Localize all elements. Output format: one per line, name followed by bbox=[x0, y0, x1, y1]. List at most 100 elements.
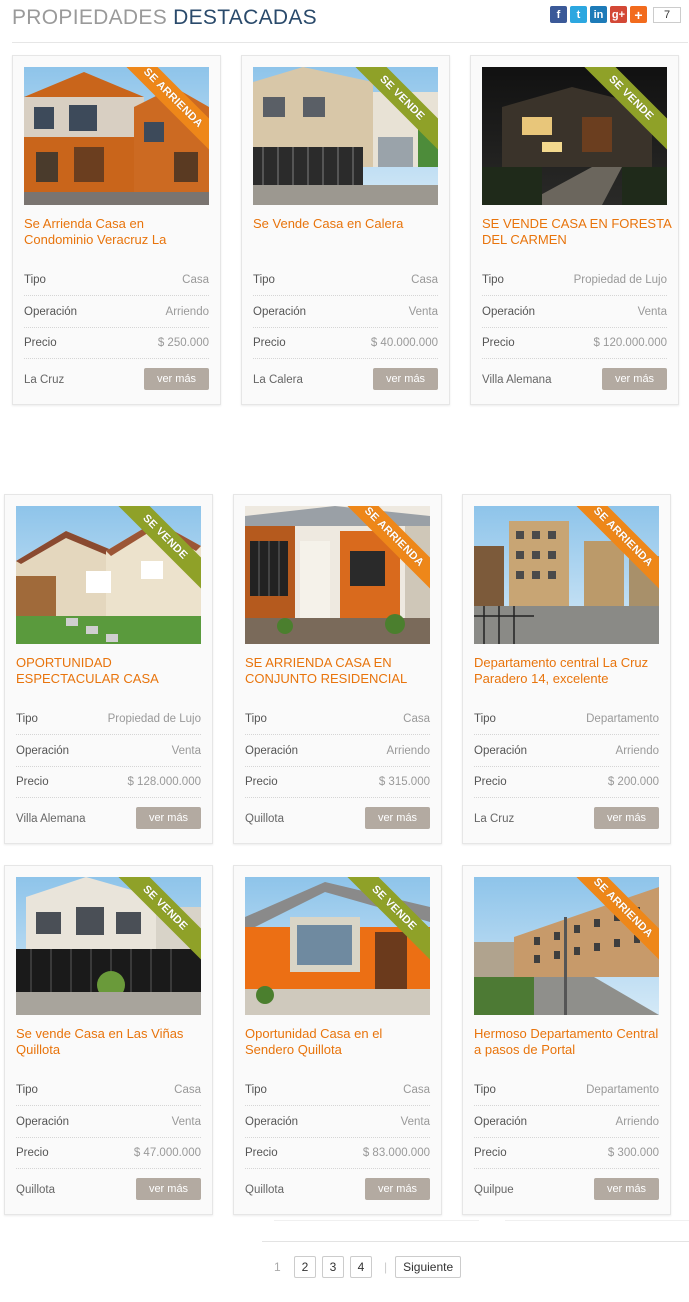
property-card[interactable]: SE ARRIENDA SE ARRIENDA CASA EN CONJUNTO… bbox=[233, 494, 442, 844]
title-light: PROPIEDADES bbox=[12, 6, 168, 29]
facebook-icon[interactable]: f bbox=[550, 6, 567, 23]
label-precio: Precio bbox=[253, 336, 286, 349]
property-title-link[interactable]: Departamento central La Cruz Paradero 14… bbox=[474, 655, 664, 689]
label-precio: Precio bbox=[245, 1146, 278, 1159]
property-title-link[interactable]: SE VENDE CASA EN FORESTA DEL CARMEN bbox=[482, 216, 672, 250]
value-precio: $ 128.000.000 bbox=[127, 775, 201, 788]
label-precio: Precio bbox=[16, 775, 49, 788]
property-location: Quilpue bbox=[474, 1184, 514, 1196]
property-title-link[interactable]: Se vende Casa en Las Viñas Quillota bbox=[16, 1026, 206, 1060]
twitter-icon[interactable]: t bbox=[570, 6, 587, 23]
property-title-link[interactable]: OPORTUNIDAD ESPECTACULAR CASA bbox=[16, 655, 206, 689]
property-photo[interactable]: SE VENDE bbox=[16, 877, 201, 1015]
property-title-link[interactable]: Oportunidad Casa en el Sendero Quillota bbox=[245, 1026, 435, 1060]
row-tipo: Tipo Propiedad de Lujo bbox=[16, 703, 201, 735]
property-photo[interactable]: SE ARRIENDA bbox=[474, 506, 659, 644]
property-photo[interactable]: SE VENDE bbox=[482, 67, 667, 205]
value-operacion: Venta bbox=[171, 744, 201, 757]
value-tipo: Casa bbox=[182, 273, 209, 286]
ver-mas-button[interactable]: ver más bbox=[365, 807, 430, 829]
value-precio: $ 250.000 bbox=[157, 336, 209, 349]
property-location: La Cruz bbox=[24, 374, 65, 386]
ver-mas-button[interactable]: ver más bbox=[365, 1178, 430, 1200]
next-page-button[interactable]: Siguiente bbox=[395, 1256, 462, 1278]
row-tipo: Tipo Casa bbox=[24, 264, 209, 296]
property-photo[interactable]: SE VENDE bbox=[16, 506, 201, 644]
row-operacion: Operación Arriendo bbox=[474, 1106, 659, 1138]
property-photo[interactable]: SE VENDE bbox=[245, 877, 430, 1015]
property-card[interactable]: SE ARRIENDA Hermoso Departamento Central… bbox=[462, 865, 671, 1215]
property-card[interactable]: SE VENDE OPORTUNIDAD ESPECTACULAR CASA T… bbox=[4, 494, 213, 844]
label-precio: Precio bbox=[245, 775, 278, 788]
linkedin-icon[interactable]: in bbox=[590, 6, 607, 23]
property-photo[interactable]: SE ARRIENDA bbox=[245, 506, 430, 644]
row-operacion: Operación Arriendo bbox=[474, 735, 659, 767]
row-tipo: Tipo Departamento bbox=[474, 703, 659, 735]
row-precio: Precio $ 120.000.000 bbox=[482, 327, 667, 359]
pagination: 1 2 3 4 | Siguiente bbox=[274, 1256, 462, 1278]
property-location: Quillota bbox=[16, 1184, 55, 1196]
title-dark: DESTACADAS bbox=[173, 6, 317, 29]
label-operacion: Operación bbox=[474, 1115, 528, 1128]
row-tipo: Tipo Casa bbox=[253, 264, 438, 296]
property-location: Quillota bbox=[245, 813, 284, 825]
label-precio: Precio bbox=[474, 775, 507, 788]
value-precio: $ 300.000 bbox=[607, 1146, 659, 1159]
row-operacion: Operación Venta bbox=[245, 1106, 430, 1138]
page-link-3[interactable]: 3 bbox=[322, 1256, 344, 1278]
value-operacion: Venta bbox=[408, 305, 438, 318]
value-tipo: Casa bbox=[403, 712, 430, 725]
row-tipo: Tipo Casa bbox=[245, 1074, 430, 1106]
page-link-4[interactable]: 4 bbox=[350, 1256, 372, 1278]
row-precio: Precio $ 128.000.000 bbox=[16, 766, 201, 798]
property-photo[interactable]: SE ARRIENDA bbox=[474, 877, 659, 1015]
label-tipo: Tipo bbox=[16, 1083, 38, 1096]
row-precio: Precio $ 200.000 bbox=[474, 766, 659, 798]
property-title-link[interactable]: Se Vende Casa en Calera bbox=[253, 216, 443, 250]
value-operacion: Venta bbox=[171, 1115, 201, 1128]
label-tipo: Tipo bbox=[482, 273, 504, 286]
label-precio: Precio bbox=[482, 336, 515, 349]
row-operacion: Operación Arriendo bbox=[24, 296, 209, 328]
row-precio: Precio $ 315.000 bbox=[245, 766, 430, 798]
addthis-plus-icon[interactable]: + bbox=[630, 6, 647, 23]
row-operacion: Operación Venta bbox=[16, 735, 201, 767]
property-location: La Calera bbox=[253, 374, 303, 386]
section-title: PROPIEDADES DESTACADAS bbox=[12, 6, 317, 30]
property-card[interactable]: SE ARRIENDA Departamento central La Cruz… bbox=[462, 494, 671, 844]
ver-mas-button[interactable]: ver más bbox=[136, 807, 201, 829]
section-header: PROPIEDADES DESTACADAS f t in g+ + 7 bbox=[12, 4, 689, 43]
property-title-link[interactable]: Hermoso Departamento Central a pasos de … bbox=[474, 1026, 664, 1060]
property-card[interactable]: SE VENDE Oportunidad Casa en el Sendero … bbox=[233, 865, 442, 1215]
label-operacion: Operación bbox=[474, 744, 528, 757]
property-card[interactable]: SE ARRIENDA Se Arrienda Casa en Condomin… bbox=[12, 55, 221, 405]
page-current: 1 bbox=[274, 1260, 281, 1274]
ver-mas-button[interactable]: ver más bbox=[144, 368, 209, 390]
label-operacion: Operación bbox=[245, 1115, 299, 1128]
property-title-link[interactable]: SE ARRIENDA CASA EN CONJUNTO RESIDENCIAL bbox=[245, 655, 435, 689]
row-precio: Precio $ 83.000.000 bbox=[245, 1137, 430, 1169]
ver-mas-button[interactable]: ver más bbox=[373, 368, 438, 390]
ver-mas-button[interactable]: ver más bbox=[594, 807, 659, 829]
page-link-2[interactable]: 2 bbox=[294, 1256, 316, 1278]
property-title-link[interactable]: Se Arrienda Casa en Condominio Veracruz … bbox=[24, 216, 214, 250]
value-tipo: Casa bbox=[411, 273, 438, 286]
property-photo[interactable]: SE ARRIENDA bbox=[24, 67, 209, 205]
google-plus-icon[interactable]: g+ bbox=[610, 6, 627, 23]
ver-mas-button[interactable]: ver más bbox=[602, 368, 667, 390]
label-precio: Precio bbox=[474, 1146, 507, 1159]
label-operacion: Operación bbox=[24, 305, 78, 318]
property-photo[interactable]: SE VENDE bbox=[253, 67, 438, 205]
ver-mas-button[interactable]: ver más bbox=[136, 1178, 201, 1200]
property-location: Quillota bbox=[245, 1184, 284, 1196]
pagination-divider bbox=[262, 1241, 689, 1242]
ver-mas-button[interactable]: ver más bbox=[594, 1178, 659, 1200]
label-tipo: Tipo bbox=[245, 1083, 267, 1096]
property-card[interactable]: SE VENDE Se Vende Casa en Calera Tipo Cas… bbox=[241, 55, 450, 405]
property-location: Villa Alemana bbox=[482, 374, 552, 386]
property-card[interactable]: SE VENDE SE VENDE CASA EN FORESTA DEL CA… bbox=[470, 55, 679, 405]
label-tipo: Tipo bbox=[474, 712, 496, 725]
pagination-separator: | bbox=[384, 1260, 388, 1274]
row-operacion: Operación Arriendo bbox=[245, 735, 430, 767]
property-card[interactable]: SE VENDE Se vende Casa en Las Viñas Quil… bbox=[4, 865, 213, 1215]
